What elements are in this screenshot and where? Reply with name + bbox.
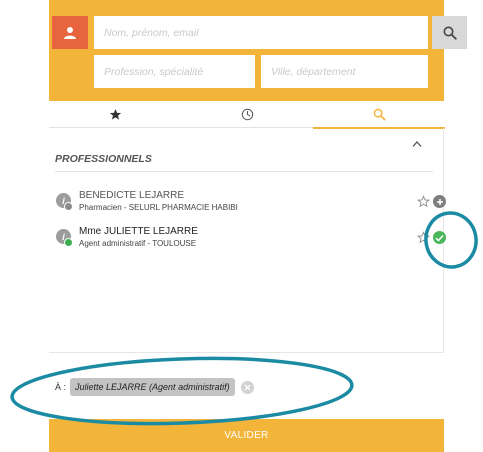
tab-history[interactable] <box>181 101 313 128</box>
check-icon <box>435 234 444 242</box>
city-placeholder: Ville, département <box>271 65 356 78</box>
tab-favorites[interactable] <box>49 101 181 128</box>
magnifier-icon <box>443 26 457 40</box>
user-icon <box>64 26 76 39</box>
chevron-up-icon <box>412 141 422 147</box>
favorite-star-button[interactable] <box>416 231 431 249</box>
favorite-star-button[interactable] <box>416 195 431 213</box>
results-list: PROFESSIONNELS i BENEDICTE LEJARRE Pharm… <box>49 128 446 353</box>
add-recipient-button[interactable] <box>433 195 446 208</box>
section-divider <box>55 171 433 172</box>
profession-placeholder: Profession, spécialité <box>104 65 204 78</box>
item-name: BENEDICTE LEJARRE <box>79 190 185 201</box>
user-filter-button[interactable] <box>52 16 88 49</box>
tab-search[interactable] <box>313 101 445 129</box>
item-name: Mme JULIETTE LEJARRE <box>79 226 198 237</box>
validate-button[interactable]: VALIDER <box>49 419 444 452</box>
collapse-button[interactable] <box>412 136 422 151</box>
selected-check-button[interactable] <box>433 231 446 244</box>
star-outline-icon <box>416 195 431 208</box>
plus-icon <box>436 198 443 205</box>
search-button[interactable] <box>432 16 467 49</box>
recipient-chip: Juliette LEJARRE (Agent administratif) <box>70 378 235 396</box>
name-search-input[interactable]: Nom, prénom, email <box>94 16 428 49</box>
list-item[interactable]: i BENEDICTE LEJARRE Pharmacien - SELURL … <box>49 188 446 222</box>
search-header: Nom, prénom, email Profession, spécialit… <box>49 0 467 101</box>
remove-recipient-button[interactable] <box>240 380 254 394</box>
selected-recipients: À : Juliette LEJARRE (Agent administrati… <box>55 376 254 398</box>
recipient-prefix: À : <box>55 382 67 392</box>
status-dot-icon <box>64 238 73 247</box>
profession-input[interactable]: Profession, spécialité <box>94 55 255 88</box>
list-item[interactable]: i Mme JULIETTE LEJARRE Agent administrat… <box>49 224 446 258</box>
close-icon <box>244 384 251 390</box>
item-subtitle: Pharmacien - SELURL PHARMACIE HABIBI <box>79 203 238 212</box>
star-outline-icon <box>416 231 431 244</box>
clock-icon <box>241 108 253 121</box>
item-subtitle: Agent administratif - TOULOUSE <box>79 239 197 248</box>
name-search-placeholder: Nom, prénom, email <box>104 26 199 39</box>
search-icon <box>373 108 385 121</box>
star-icon <box>109 109 121 120</box>
tab-bar <box>49 101 445 129</box>
status-dot-icon <box>64 202 73 211</box>
section-title: PROFESSIONNELS <box>55 153 152 165</box>
city-input[interactable]: Ville, département <box>261 55 428 88</box>
